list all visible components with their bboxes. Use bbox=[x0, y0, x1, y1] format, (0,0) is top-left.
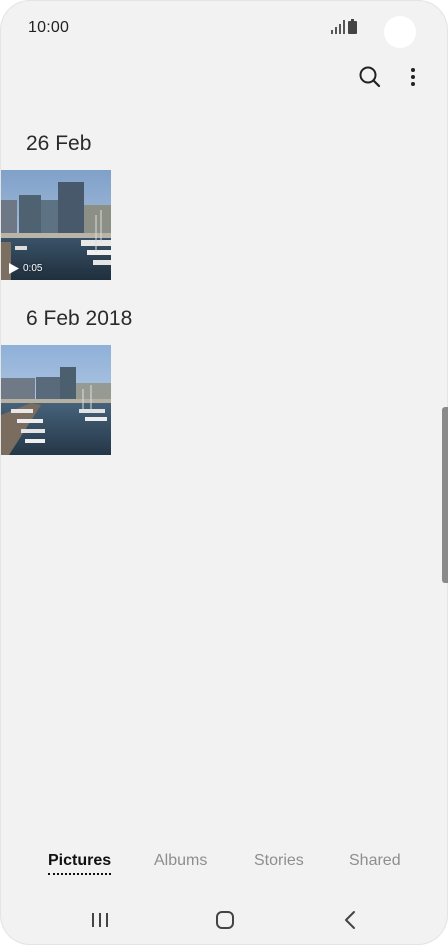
section-date-header: 26 Feb bbox=[26, 132, 92, 155]
recents-icon[interactable] bbox=[88, 908, 112, 932]
tab-albums[interactable]: Albums bbox=[154, 852, 207, 870]
tab-pictures[interactable]: Pictures bbox=[48, 852, 112, 875]
camera-cutout bbox=[384, 16, 416, 48]
status-bar: 10:00 bbox=[0, 0, 448, 58]
gallery-screen: 10:00 26 Feb 0:05 6 Feb 2018 Pictures Al… bbox=[0, 0, 448, 945]
home-icon[interactable] bbox=[213, 908, 237, 932]
more-options-icon[interactable] bbox=[402, 63, 424, 91]
video-duration: 0:05 bbox=[23, 263, 43, 274]
system-navigation-bar bbox=[0, 898, 448, 942]
video-thumbnail[interactable]: 0:05 bbox=[1, 170, 111, 280]
section-date-header: 6 Feb 2018 bbox=[26, 307, 133, 330]
video-duration-badge: 0:05 bbox=[9, 263, 42, 274]
harbour-image bbox=[1, 345, 111, 455]
signal-icon bbox=[331, 20, 345, 34]
search-icon[interactable] bbox=[356, 63, 384, 91]
scroll-handle[interactable] bbox=[442, 407, 448, 583]
tab-stories[interactable]: Stories bbox=[254, 852, 304, 870]
photo-thumbnail[interactable] bbox=[1, 345, 111, 455]
back-icon[interactable] bbox=[339, 908, 363, 932]
battery-icon bbox=[348, 19, 357, 34]
play-icon bbox=[9, 263, 19, 274]
bottom-tab-bar: Pictures Albums Stories Shared bbox=[0, 840, 448, 884]
tab-shared[interactable]: Shared bbox=[349, 852, 401, 870]
status-time: 10:00 bbox=[28, 19, 70, 36]
